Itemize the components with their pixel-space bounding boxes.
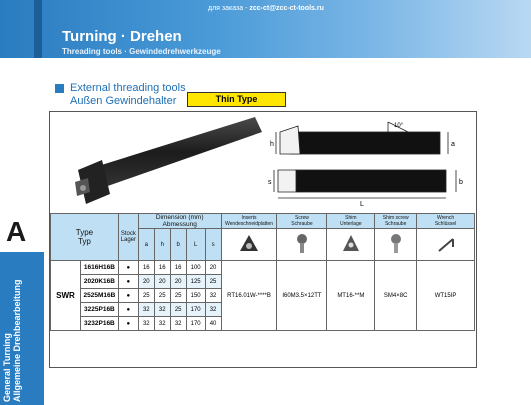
group-label: SWR — [50, 260, 81, 331]
model-1616H16B: 1616H16B — [79, 260, 119, 275]
col-shim-screw: Shim screw Schraube — [374, 213, 418, 229]
val-s: 20 — [204, 260, 222, 275]
col-shim-de: Unterlage — [339, 221, 362, 227]
insert-icon — [220, 228, 278, 261]
val-h: 16 — [153, 260, 171, 275]
shim-part-number: MT16-**M — [326, 260, 376, 331]
thin-type-badge: Thin Type — [187, 92, 286, 107]
col-type-de: Typ — [77, 237, 91, 246]
model-3225P16B: 3225P16B — [79, 302, 119, 317]
section-letter: A — [6, 216, 27, 247]
side-tab-line2: Allgemeine Drehbearbeitung — [12, 279, 22, 402]
insert-part-number: RT16.01W-****B — [220, 260, 278, 331]
val-b: 25 — [169, 302, 187, 317]
val-b: 32 — [169, 316, 187, 331]
stock-dot: ● — [117, 288, 139, 303]
order-label: для заказа - — [208, 5, 248, 12]
stock-dot: ● — [117, 302, 139, 317]
col-wrench-de: Schlüssel — [434, 221, 457, 227]
val-h: 32 — [153, 316, 171, 331]
dim-a: a — [451, 141, 455, 148]
dim-s: s — [268, 179, 272, 186]
val-L: 125 — [185, 274, 206, 289]
col-dimension-en: Dimension (mm) — [155, 214, 204, 221]
col-dimension-de: Abmessung — [162, 221, 197, 228]
val-L: 170 — [185, 302, 206, 317]
val-b: 25 — [169, 288, 187, 303]
dim-col-L: L — [185, 228, 206, 261]
val-b: 16 — [169, 260, 187, 275]
col-screw-de: Schraube — [291, 221, 313, 227]
dim-b: b — [459, 179, 463, 186]
section-title-de: Außen Gewindehalter — [70, 95, 177, 107]
shim-screw-part-number: SM4×8C — [374, 260, 418, 331]
order-contact: для заказа - zcc-ct@zcc-ct-tools.ru — [208, 5, 324, 12]
wrench-icon — [416, 228, 475, 261]
header-stripe — [34, 0, 42, 58]
val-h: 25 — [153, 288, 171, 303]
col-stock-de: Lager — [120, 237, 137, 243]
val-L: 170 — [185, 316, 206, 331]
order-email[interactable]: zcc-ct@zcc-ct-tools.ru — [249, 5, 324, 12]
val-s: 25 — [204, 274, 222, 289]
dim-col-b: b — [169, 228, 187, 261]
col-type: Type Typ — [50, 213, 119, 261]
tool-holder-photo — [75, 117, 262, 204]
dim-col-s: s — [204, 228, 222, 261]
screw-part-number: I60M3.5×12TT — [276, 260, 328, 331]
val-a: 25 — [137, 288, 155, 303]
val-a: 16 — [137, 260, 155, 275]
col-shim-screw-de: Schraube — [384, 221, 407, 227]
col-insert-de: Wendeschneidplatten — [225, 221, 273, 227]
col-shim: Shim Unterlage — [326, 213, 376, 229]
val-b: 20 — [169, 274, 187, 289]
val-h: 32 — [153, 302, 171, 317]
dim-col-h: h — [153, 228, 171, 261]
page-header: для заказа - zcc-ct@zcc-ct-tools.ru Turn… — [0, 0, 531, 58]
val-s: 32 — [204, 302, 222, 317]
side-tab-line1: General Turning — [2, 333, 12, 402]
col-stock: Stock Lager — [117, 213, 139, 261]
stock-dot: ● — [117, 260, 139, 275]
val-a: 20 — [137, 274, 155, 289]
col-screw: Screw Schraube — [276, 213, 328, 229]
val-s: 40 — [204, 316, 222, 331]
dimension-drawing: 10° h s a b L — [268, 121, 463, 208]
dim-L: L — [360, 201, 364, 208]
dim-col-a: a — [137, 228, 155, 261]
shim-icon — [326, 228, 376, 261]
angle-label: 10° — [394, 123, 404, 129]
val-a: 32 — [137, 302, 155, 317]
col-dimension: Dimension (mm) Abmessung — [137, 213, 222, 229]
col-insert: Inserts Wendeschneidplatten — [220, 213, 278, 229]
dim-h: h — [270, 141, 274, 148]
model-3232P16B: 3232P16B — [79, 316, 119, 331]
val-a: 32 — [137, 316, 155, 331]
spec-table: Type Typ Stock Lager Dimension (mm) Abme… — [50, 213, 475, 331]
side-tab-label: General Turning Allgemeine Drehbearbeitu… — [2, 279, 22, 402]
model-2525M16B: 2525M16B — [79, 288, 119, 303]
shim-screw-icon — [374, 228, 418, 261]
screw-icon — [276, 228, 328, 261]
page-title: Turning · Drehen — [62, 28, 182, 45]
col-wrench: Wrench Schlüssel — [416, 213, 475, 229]
wrench-part-number: WT15IP — [416, 260, 475, 331]
val-s: 32 — [204, 288, 222, 303]
section-bullet-icon — [55, 84, 64, 93]
model-2020K16B: 2020K16B — [79, 274, 119, 289]
section-title-en: External threading tools — [70, 82, 186, 94]
page-subtitle: Threading tools · Gewindedrehwerkzeuge — [62, 47, 221, 56]
val-L: 100 — [185, 260, 206, 275]
stock-dot: ● — [117, 274, 139, 289]
val-h: 20 — [153, 274, 171, 289]
stock-dot: ● — [117, 316, 139, 331]
col-type-en: Type — [75, 228, 94, 237]
val-L: 150 — [185, 288, 206, 303]
